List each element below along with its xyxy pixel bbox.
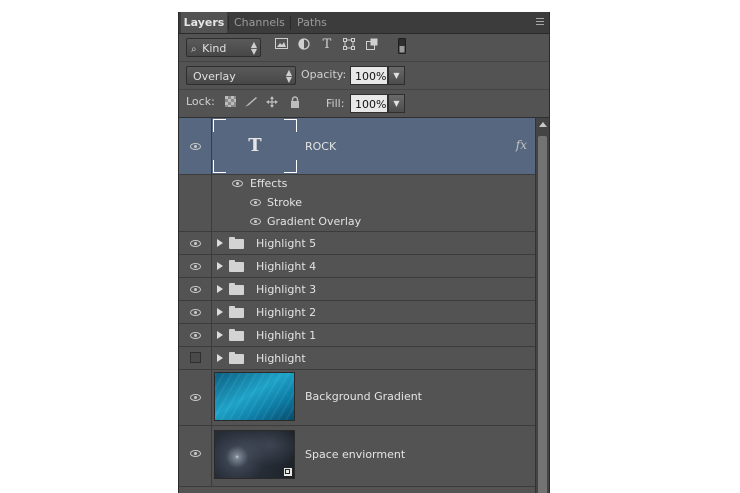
scrollbar-thumb[interactable] [538,136,547,493]
effect-gradient-overlay-row[interactable]: Gradient Overlay [179,212,535,232]
folder-icon [229,283,244,295]
visibility-toggle[interactable] [179,324,212,346]
eye-icon [190,450,201,457]
folder-icon [229,329,244,341]
visibility-toggle[interactable] [179,118,212,174]
opacity-label: Opacity: [301,68,347,81]
folder-icon [229,260,244,272]
effects-label: Effects [250,177,288,190]
visibility-toggle[interactable] [179,278,212,300]
visibility-toggle[interactable] [179,301,212,323]
adjustment-filter-icon[interactable] [297,38,311,52]
tab-layers[interactable]: Layers [181,12,227,33]
gradient-layer-thumbnail [214,372,295,421]
blend-row: Overlay ▲ ▼ Opacity: 100% ▼ [179,62,549,90]
expand-arrow-icon[interactable] [217,262,223,270]
type-filter-icon[interactable]: T [320,38,334,52]
layer-name: ROCK [305,140,337,153]
fill-input[interactable]: 100% [350,94,388,113]
expand-arrow-icon[interactable] [217,308,223,316]
filter-kind-select[interactable]: ⌕ Kind ▲ ▼ [186,38,261,57]
eye-icon [190,309,201,316]
layer-name: Space enviorment [305,448,406,461]
filter-kind-label: Kind [202,42,227,55]
expand-arrow-icon[interactable] [217,354,223,362]
smart-object-badge-icon [283,467,293,477]
text-layer-thumbnail: T [213,119,297,173]
eye-icon [190,240,201,247]
layers-scrollbar[interactable] [535,118,549,493]
tab-paths[interactable]: Paths [297,12,327,33]
lock-all-icon[interactable] [288,96,302,110]
eye-icon [190,143,201,150]
shape-filter-icon[interactable] [342,38,356,52]
layers-panel: Layers Channels Paths ⌕ Kind ▲ ▼ T Overla… [178,12,550,493]
opacity-input[interactable]: 100% [350,66,388,85]
effects-row[interactable]: Effects [179,174,535,193]
layer-name: Highlight 4 [256,260,317,273]
fx-icon[interactable]: fx [516,138,527,152]
layer-rock[interactable]: T ROCK fx [179,118,535,175]
filter-row: ⌕ Kind ▲ ▼ [179,34,549,62]
lock-image-icon[interactable] [244,96,258,110]
layer-space-enviorment[interactable]: Space enviorment [179,426,535,487]
opacity-dropdown-button[interactable]: ▼ [388,66,405,85]
tab-channels[interactable]: Channels [234,12,285,33]
layer-name: Highlight 5 [256,237,317,250]
smart-object-layer-thumbnail [214,430,295,479]
visibility-toggle[interactable] [179,232,212,254]
eye-icon[interactable] [232,180,243,187]
eye-icon [190,286,201,293]
layer-group-highlight-1[interactable]: Highlight 1 [179,324,535,347]
layer-background-gradient[interactable]: Background Gradient [179,370,535,426]
blend-mode-select[interactable]: Overlay ▲ ▼ [186,66,296,85]
layer-name: Highlight 3 [256,283,317,296]
folder-icon [229,306,244,318]
scroll-up-arrow-icon[interactable] [539,122,547,127]
lock-position-icon[interactable] [265,96,279,110]
pixel-filter-icon[interactable] [274,38,288,52]
folder-icon [229,352,244,364]
effect-stroke-row[interactable]: Stroke [179,193,535,212]
lock-transparent-icon[interactable] [223,96,237,110]
eye-icon[interactable] [250,199,261,206]
expand-arrow-icon[interactable] [217,285,223,293]
fill-dropdown-button[interactable]: ▼ [388,94,405,113]
layer-group-highlight-2[interactable]: Highlight 2 [179,301,535,324]
eye-icon [190,263,201,270]
effect-stroke-label: Stroke [267,196,303,209]
layer-group-highlight[interactable]: Highlight [179,347,535,370]
hidden-visibility-box [190,352,201,363]
search-icon: ⌕ [191,44,197,55]
panel-menu-icon[interactable] [531,16,545,28]
visibility-toggle[interactable] [179,347,212,369]
lock-label: Lock: [186,95,215,108]
layer-name: Highlight [256,352,306,365]
expand-arrow-icon[interactable] [217,331,223,339]
eye-icon [190,332,201,339]
folder-icon [229,237,244,249]
fill-label: Fill: [326,97,345,110]
layer-name: Background Gradient [305,390,422,403]
filter-toggle-icon[interactable] [395,38,409,54]
effect-gradient-overlay-label: Gradient Overlay [267,215,362,228]
eye-icon[interactable] [250,218,261,225]
layer-group-highlight-5[interactable]: Highlight 5 [179,232,535,255]
layer-group-highlight-4[interactable]: Highlight 4 [179,255,535,278]
panel-tab-bar: Layers Channels Paths [179,12,549,34]
visibility-toggle[interactable] [179,255,212,277]
visibility-toggle[interactable] [179,370,212,425]
layer-name: Highlight 2 [256,306,317,319]
eye-icon [190,394,201,401]
layer-name: Highlight 1 [256,329,317,342]
blend-mode-label: Overlay [193,70,236,83]
expand-arrow-icon[interactable] [217,239,223,247]
layer-group-highlight-3[interactable]: Highlight 3 [179,278,535,301]
type-layer-icon: T [248,135,262,156]
smart-object-filter-icon[interactable] [365,38,379,52]
visibility-toggle[interactable] [179,426,212,486]
